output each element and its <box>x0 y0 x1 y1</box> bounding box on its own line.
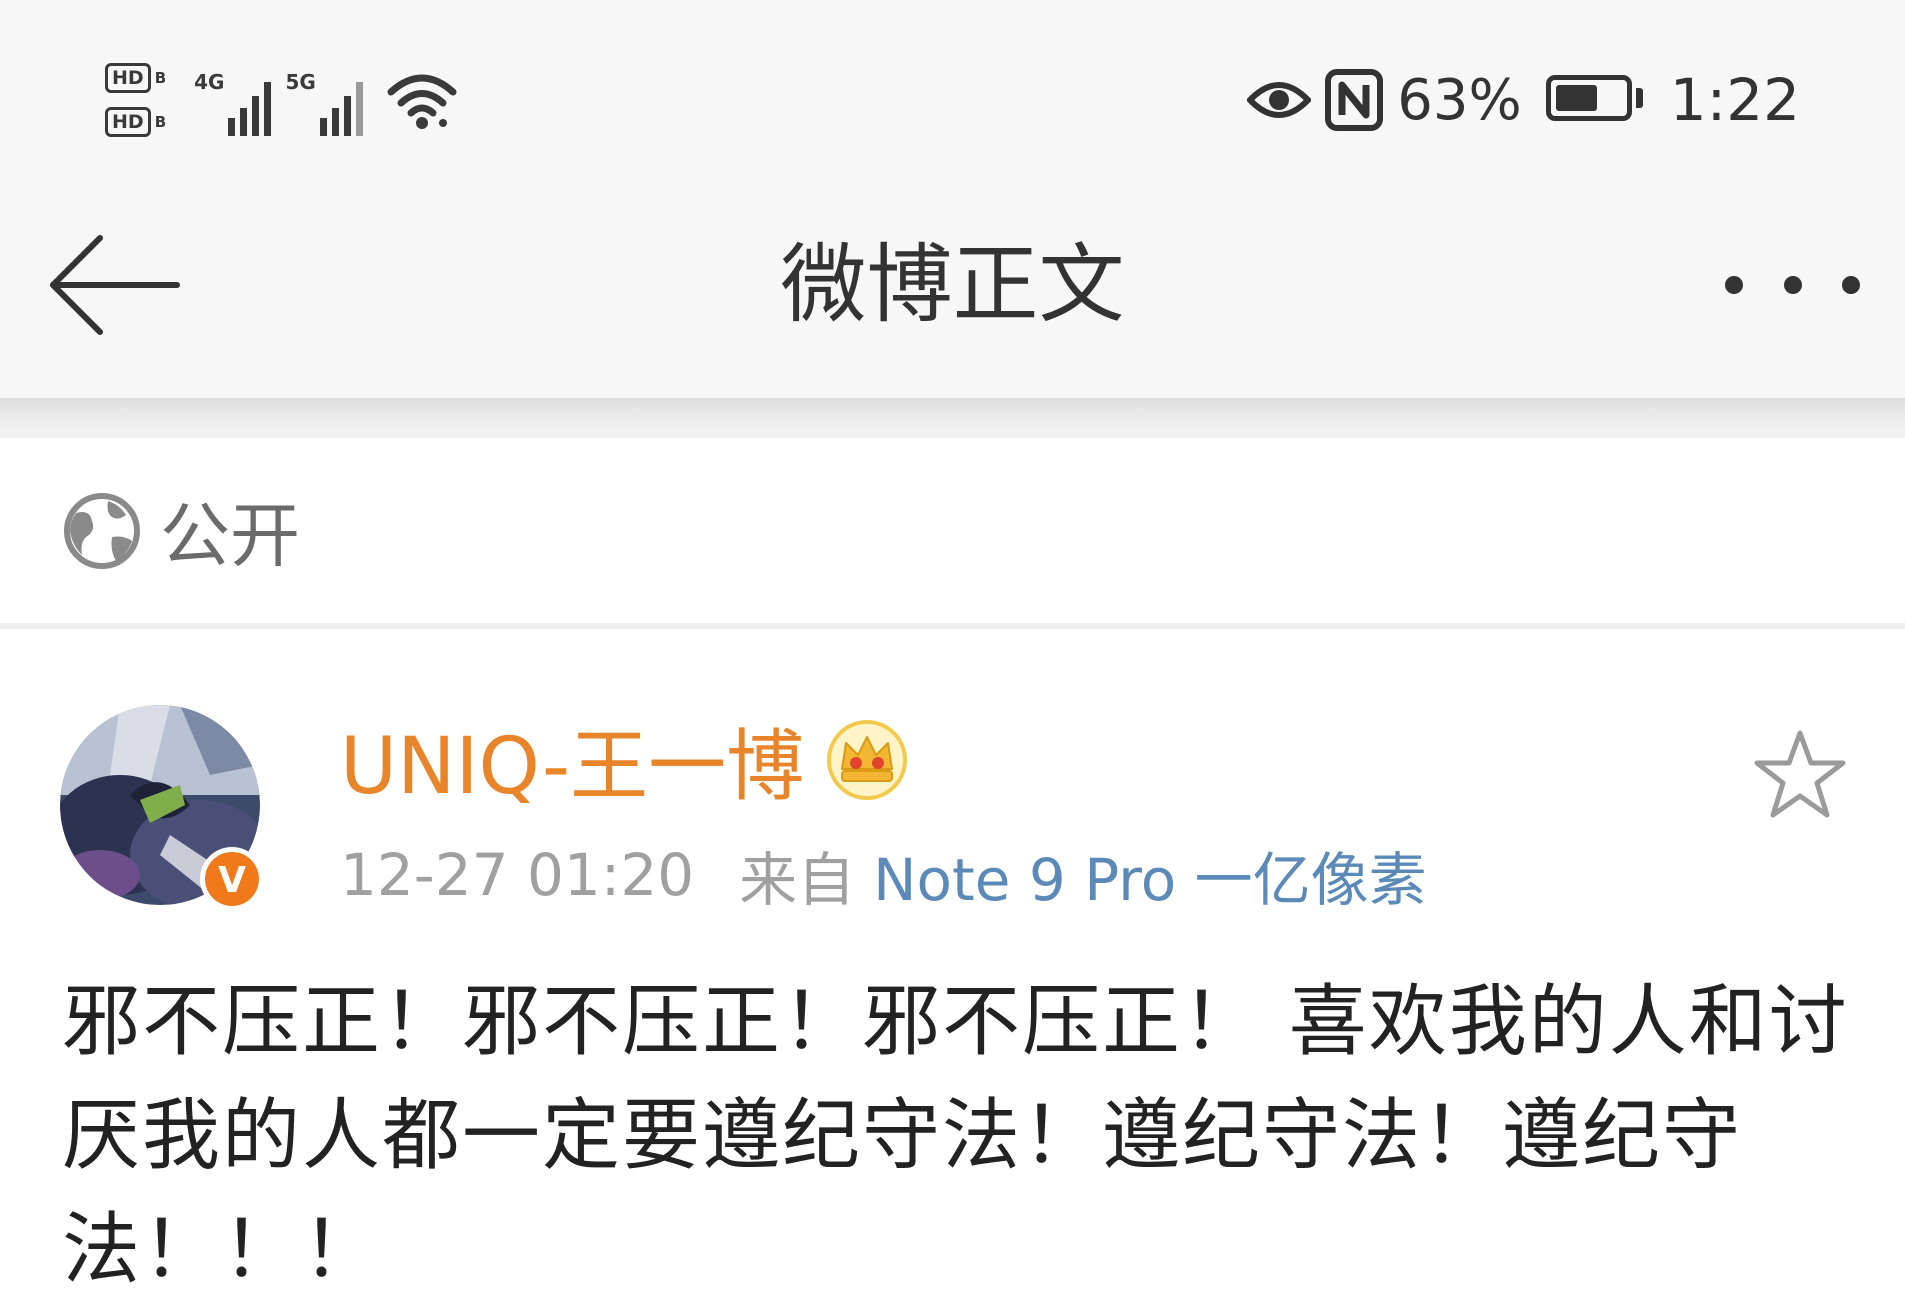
wifi-icon <box>387 74 457 129</box>
verified-v-icon: V <box>200 847 264 911</box>
nfc-icon <box>1325 69 1384 131</box>
nav-bar: 微博正文 <box>0 180 1905 398</box>
post-meta: 12-27 01:20 来自 Note 9 Pro 一亿像素 <box>340 830 1427 920</box>
hd-label: HD <box>105 107 151 137</box>
signal-bars <box>228 80 272 136</box>
post-time: 12-27 01:20 <box>340 841 695 909</box>
hd-sub-label: B <box>154 69 167 87</box>
username-row: UNIQ-王一博 <box>340 705 908 815</box>
more-options-button[interactable] <box>1725 260 1860 310</box>
battery-percent: 63% <box>1397 67 1522 133</box>
more-dots-icon <box>1842 276 1860 294</box>
hd-icon: HD B <box>105 107 166 137</box>
more-dots-icon <box>1725 276 1743 294</box>
avatar[interactable]: V <box>60 705 264 911</box>
status-right-icons: 63% 1:22 <box>1247 60 1800 140</box>
verified-text: V <box>218 860 246 901</box>
nav-divider <box>0 398 1905 438</box>
star-icon <box>1754 730 1846 818</box>
visibility-row: 公开 <box>0 438 1905 623</box>
crown-icon[interactable] <box>826 719 908 801</box>
eye-icon <box>1247 82 1312 118</box>
globe-icon <box>64 492 140 569</box>
hd-indicators: HD B HD B <box>105 63 166 137</box>
network-type-label: 4G <box>194 70 225 94</box>
post-text: 邪不压正！邪不压正！邪不压正！ 喜欢我的人和讨厌我的人都一定要遵纪守法！遵纪守法… <box>62 977 1849 1295</box>
signal-icon: 5G <box>285 64 363 136</box>
visibility-label: 公开 <box>160 495 300 577</box>
signal-icon: 4G <box>194 64 272 136</box>
hd-sub-label: B <box>154 113 167 131</box>
hd-label: HD <box>105 63 151 93</box>
favorite-button[interactable] <box>1750 725 1850 825</box>
page-title: 微博正文 <box>780 235 1125 335</box>
section-divider <box>0 623 1905 629</box>
more-dots-icon <box>1783 276 1802 294</box>
network-type-label: 5G <box>285 70 316 94</box>
status-bar: HD B HD B 4G 5G 63% 1:22 <box>0 0 1905 180</box>
signal-bars <box>319 80 363 136</box>
battery-level-fill <box>1555 85 1598 111</box>
battery-icon <box>1545 75 1646 125</box>
clock: 1:22 <box>1669 66 1800 134</box>
post-source-device[interactable]: Note 9 Pro 一亿像素 <box>873 833 1427 917</box>
status-left-icons: HD B HD B 4G 5G <box>105 50 457 150</box>
hd-icon: HD B <box>105 63 166 93</box>
username[interactable]: UNIQ-王一博 <box>340 704 804 816</box>
post-source-label: 来自 <box>739 846 856 914</box>
